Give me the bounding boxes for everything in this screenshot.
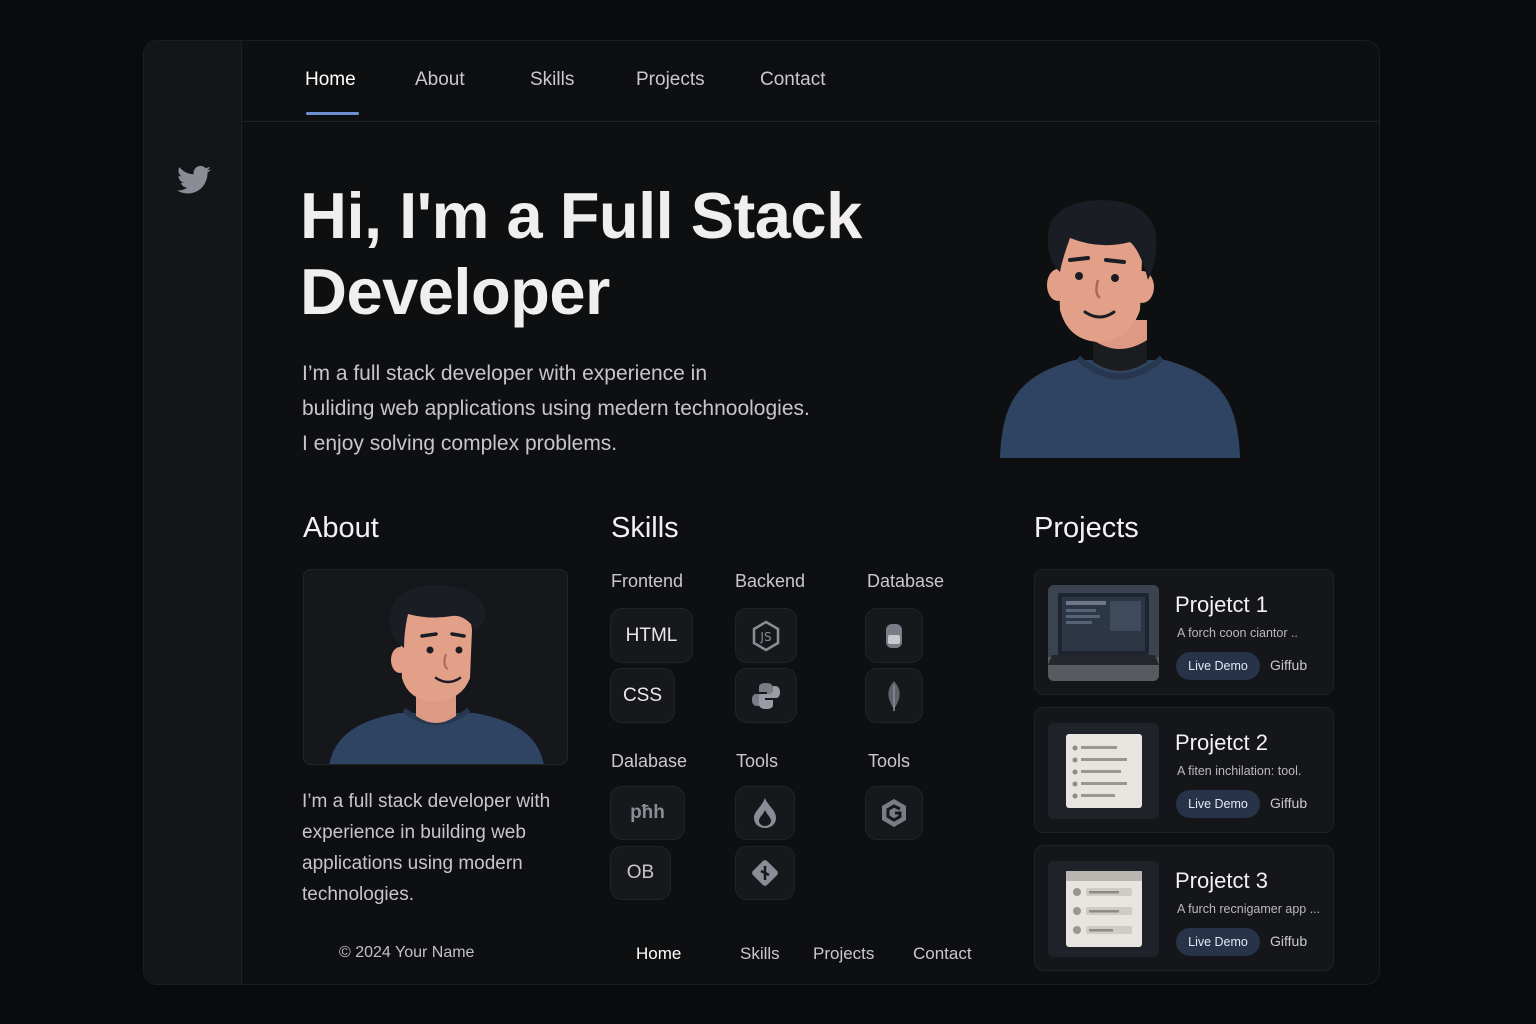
top-navigation: Home About Skills Projects Contact bbox=[242, 41, 1379, 122]
form-illustration bbox=[1048, 861, 1159, 957]
hero-description: I’m a full stack developer with experien… bbox=[302, 356, 882, 461]
footer-link-contact[interactable]: Contact bbox=[913, 944, 972, 964]
nodejs-icon: JS bbox=[752, 620, 780, 651]
skill-chip-css-label: CSS bbox=[622, 684, 663, 706]
skill-chip-python[interactable] bbox=[735, 668, 797, 723]
about-heading: About bbox=[303, 512, 379, 544]
skills-heading: Skills bbox=[611, 512, 679, 544]
skill-chip-css[interactable]: CSS bbox=[610, 668, 675, 723]
skill-chip-g[interactable] bbox=[865, 786, 923, 840]
project-description: A fiten inchilation: tool. bbox=[1177, 764, 1302, 778]
skill-chip-mongodb[interactable] bbox=[865, 668, 923, 723]
python-icon bbox=[752, 682, 780, 709]
flame-icon bbox=[754, 798, 776, 828]
skill-chip-ob[interactable]: OB bbox=[610, 846, 671, 900]
skill-chip-php-label: pħh bbox=[630, 802, 665, 823]
skill-category-tools: Tools bbox=[736, 751, 779, 771]
laptop-illustration bbox=[1048, 585, 1159, 681]
project-title: Projetct 3 bbox=[1175, 868, 1268, 893]
project-title: Projetct 1 bbox=[1175, 592, 1268, 617]
hero-title-line1: Hi, I'm a Full Stack bbox=[300, 179, 862, 252]
skill-chip-html-label: HTML bbox=[625, 624, 678, 646]
footer-link-projects[interactable]: Projects bbox=[813, 944, 874, 964]
skill-chip-git[interactable] bbox=[735, 846, 795, 900]
twitter-bird-icon[interactable] bbox=[177, 165, 211, 195]
live-demo-button[interactable]: Live Demo bbox=[1176, 928, 1260, 956]
mongodb-leaf-icon bbox=[888, 680, 900, 711]
svg-text:JS: JS bbox=[759, 630, 771, 644]
database-icon bbox=[886, 623, 902, 648]
github-link[interactable]: Giffub bbox=[1270, 933, 1307, 949]
checklist-thumbnail bbox=[1048, 723, 1159, 819]
hero-desc-line2: buliding web applications using medern t… bbox=[302, 397, 810, 420]
project-description: A forch coon ciantor .. bbox=[1177, 626, 1298, 640]
nav-skills[interactable]: Skills bbox=[530, 69, 574, 91]
skill-category-backend: Backend bbox=[735, 571, 806, 591]
active-tab-indicator bbox=[306, 112, 359, 115]
git-icon bbox=[752, 860, 778, 886]
project-card-3[interactable]: Projetct 3 A furch recnigamer app ... Li… bbox=[1034, 845, 1334, 971]
checklist-illustration bbox=[1048, 723, 1159, 819]
about-avatar-illustration bbox=[329, 585, 544, 764]
footer-copyright: © 2024 Your Name bbox=[339, 944, 475, 961]
g-logo-icon bbox=[882, 799, 906, 827]
project-card-1[interactable]: Projetct 1 A forch coon ciantor .. Live … bbox=[1034, 569, 1334, 695]
skill-category-tools-2: Tools bbox=[868, 751, 911, 771]
hero-title-line2: Developer bbox=[300, 255, 610, 328]
nav-about[interactable]: About bbox=[415, 69, 465, 91]
sidebar bbox=[144, 41, 242, 984]
form-thumbnail bbox=[1048, 861, 1159, 957]
project-description: A furch recnigamer app ... bbox=[1177, 902, 1321, 916]
nav-home[interactable]: Home bbox=[305, 69, 356, 91]
footer-link-skills[interactable]: Skills bbox=[740, 944, 780, 964]
skill-category-frontend: Frontend bbox=[611, 571, 684, 591]
live-demo-button[interactable]: Live Demo bbox=[1176, 790, 1260, 818]
projects-heading: Projects bbox=[1034, 512, 1139, 544]
github-link[interactable]: Giffub bbox=[1270, 795, 1307, 811]
skill-chip-node[interactable]: JS bbox=[735, 608, 797, 663]
hero-desc-line3: I enjoy solving complex problems. bbox=[302, 432, 618, 455]
skill-category-dalabase: Dalabase bbox=[611, 751, 688, 771]
github-link[interactable]: Giffub bbox=[1270, 657, 1307, 673]
hero-desc-line1: I’m a full stack developer with experien… bbox=[302, 362, 708, 385]
skill-chip-ob-label: OB bbox=[626, 862, 655, 883]
skill-chip-html[interactable]: HTML bbox=[610, 608, 693, 663]
about-image-card bbox=[303, 569, 568, 765]
skill-category-database: Database bbox=[867, 571, 945, 591]
nav-contact[interactable]: Contact bbox=[760, 69, 825, 91]
skill-chip-database[interactable] bbox=[865, 608, 923, 663]
skill-chip-php[interactable]: pħh bbox=[610, 786, 685, 840]
hero-avatar-illustration bbox=[1000, 200, 1240, 458]
about-text: I’m a full stack developer with experien… bbox=[302, 791, 551, 905]
hero-title: Hi, I'm a Full Stack Developer bbox=[300, 178, 920, 330]
laptop-thumbnail bbox=[1048, 585, 1159, 681]
footer-link-home[interactable]: Home bbox=[636, 944, 681, 964]
project-card-2[interactable]: Projetct 2 A fiten inchilation: tool. Li… bbox=[1034, 707, 1334, 833]
nav-projects[interactable]: Projects bbox=[636, 69, 705, 91]
live-demo-button[interactable]: Live Demo bbox=[1176, 652, 1260, 680]
project-title: Projetct 2 bbox=[1175, 730, 1268, 755]
skill-chip-flame[interactable] bbox=[735, 786, 795, 840]
